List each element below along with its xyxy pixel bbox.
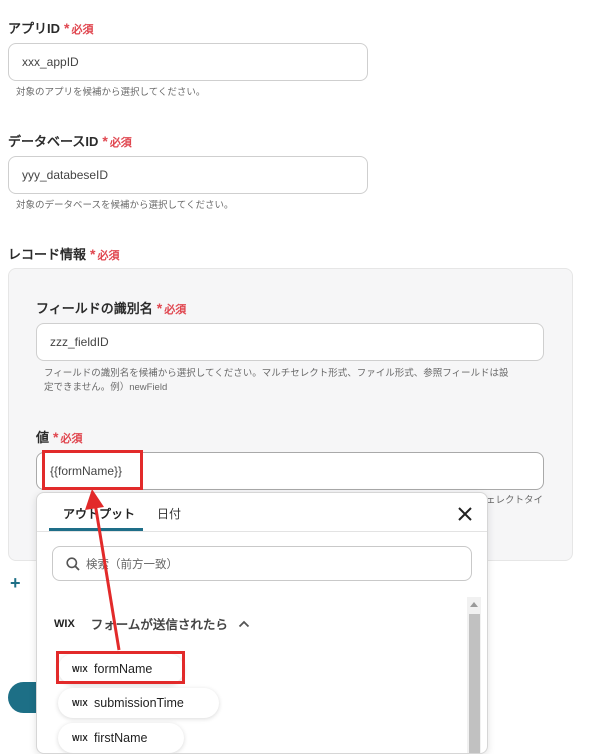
add-icon[interactable]: + (10, 573, 21, 594)
annotation-box-formname (56, 651, 185, 684)
close-icon[interactable] (458, 507, 472, 521)
list-item-submissiontime[interactable]: WIX submissionTime (58, 688, 219, 718)
app-id-label-text: アプリID (8, 21, 61, 36)
field-name-value: zzz_fieldID (50, 335, 109, 349)
wix-logo: WIX (72, 733, 89, 743)
field-name-help-line1: フィールドの識別名を候補から選択してください。マルチセレクト形式、ファイル形式、… (44, 368, 509, 379)
required-mark: * 必須 (64, 20, 94, 36)
variable-dropdown: アウトプット 日付 検索（前方一致） WIX フォームが送信されたら WIX f… (36, 492, 488, 754)
field-name-help: フィールドの識別名を候補から選択してください。マルチセレクト形式、ファイル形式、… (44, 367, 544, 395)
field-name-input[interactable]: zzz_fieldID (36, 323, 544, 361)
app-id-input[interactable]: xxx_appID (8, 43, 368, 81)
value-label-text: 値 (36, 430, 50, 445)
field-name-label: フィールドの識別名 * 必須 (36, 298, 186, 317)
scrollbar-thumb[interactable] (469, 614, 480, 753)
wix-logo: WIX (72, 698, 89, 708)
required-text: 必須 (60, 433, 83, 445)
value-help-partial: ェレクトタイ (486, 495, 544, 506)
chevron-up-icon[interactable] (238, 620, 250, 628)
wix-logo: WIX (54, 617, 75, 630)
required-text: 必須 (164, 304, 187, 316)
record-info-label: レコード情報 * 必須 (8, 244, 119, 263)
required-text: 必須 (71, 24, 94, 36)
required-mark: * 必須 (90, 246, 120, 262)
group-header[interactable]: WIX フォームが送信されたら (54, 614, 250, 633)
search-input[interactable]: 検索（前方一致） (52, 546, 472, 581)
app-id-label: アプリID * 必須 (8, 18, 93, 37)
group-title: フォームが送信されたら (90, 618, 228, 632)
required-text: 必須 (109, 137, 132, 149)
tab-output[interactable]: アウトプット (63, 505, 135, 522)
database-id-label: データベースID * 必須 (8, 131, 132, 150)
list-item-label: submissionTime (94, 696, 184, 710)
database-id-value: yyy_databeseID (22, 168, 109, 182)
database-id-help: 対象のデータベースを候補から選択してください。 (16, 200, 234, 211)
record-info-label-text: レコード情報 (8, 247, 87, 262)
app-id-value: xxx_appID (22, 55, 79, 69)
database-id-label-text: データベースID (8, 134, 99, 149)
required-mark: * 必須 (102, 133, 132, 149)
required-text: 必須 (97, 250, 120, 262)
tab-date[interactable]: 日付 (157, 505, 181, 522)
value-label: 値 * 必須 (36, 427, 82, 446)
database-id-input[interactable]: yyy_databeseID (8, 156, 368, 194)
field-name-help-line2: 定できません。例）newField (44, 382, 168, 393)
field-name-label-text: フィールドの識別名 (36, 301, 153, 316)
scroll-up-arrow-icon[interactable] (470, 601, 478, 607)
required-mark: * 必須 (156, 300, 187, 316)
search-icon (66, 556, 80, 571)
search-placeholder: 検索（前方一致） (86, 558, 178, 571)
list-item-label: firstName (94, 731, 148, 745)
tab-divider (37, 531, 487, 532)
list-item-firstname[interactable]: WIX firstName (58, 723, 184, 753)
required-mark: * 必須 (53, 429, 83, 445)
app-id-help: 対象のアプリを候補から選択してください。 (16, 87, 206, 98)
annotation-box-value (42, 450, 143, 490)
